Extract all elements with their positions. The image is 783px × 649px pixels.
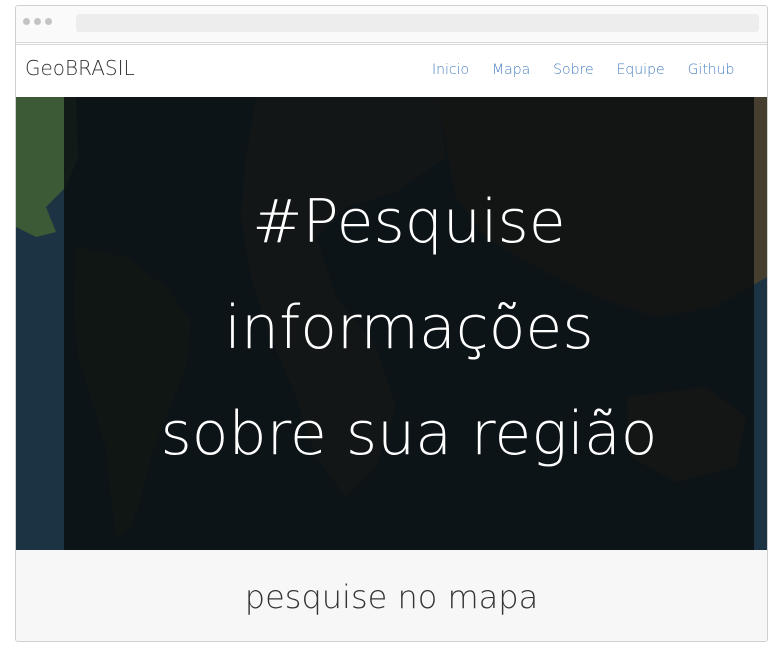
site-navbar: GeoBRASIL Inicio Mapa Sobre Equipe Githu… xyxy=(16,46,767,97)
hero-line-3: sobre sua região xyxy=(160,399,658,469)
toolbar-divider xyxy=(16,44,767,45)
browser-toolbar xyxy=(16,6,767,43)
nav-link-mapa[interactable]: Mapa xyxy=(492,62,530,78)
hero-banner: #Pesquise informações sobre sua região xyxy=(16,97,767,550)
window-controls xyxy=(23,18,52,25)
nav-link-equipe[interactable]: Equipe xyxy=(617,62,665,78)
window-dot-icon xyxy=(45,18,52,25)
address-bar[interactable] xyxy=(76,14,759,32)
cta-section: pesquise no mapa xyxy=(16,550,767,641)
hero-headline: #Pesquise informações sobre sua região xyxy=(64,169,754,487)
window-dot-icon xyxy=(34,18,41,25)
nav-link-sobre[interactable]: Sobre xyxy=(553,62,593,78)
hero-line-2: informações xyxy=(224,293,594,363)
hero-line-1: #Pesquise xyxy=(252,187,566,257)
nav-links: Inicio Mapa Sobre Equipe Github xyxy=(432,62,734,78)
site-brand[interactable]: GeoBRASIL xyxy=(25,56,135,80)
nav-link-inicio[interactable]: Inicio xyxy=(432,62,469,78)
nav-link-github[interactable]: Github xyxy=(688,62,735,78)
search-map-link[interactable]: pesquise no mapa xyxy=(16,578,767,616)
window-dot-icon xyxy=(23,18,30,25)
browser-window: GeoBRASIL Inicio Mapa Sobre Equipe Githu… xyxy=(15,5,768,642)
